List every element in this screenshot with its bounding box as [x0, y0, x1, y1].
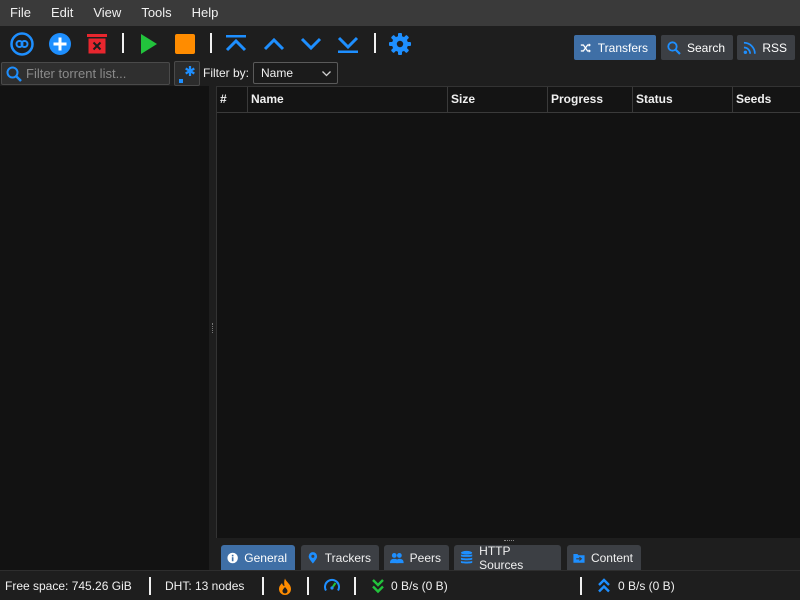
dht-nodes-label: DHT: 13 nodes [165, 579, 245, 593]
column-header-seeds[interactable]: Seeds [733, 87, 800, 113]
add-torrent-link-button[interactable] [9, 31, 35, 57]
filter-by-select[interactable]: Name [253, 62, 338, 84]
column-header-progress[interactable]: Progress [548, 87, 633, 113]
double-chevron-down-icon [372, 579, 384, 594]
shuffle-icon [580, 42, 591, 53]
folder-icon [573, 553, 585, 563]
tab-transfers[interactable]: Transfers [574, 35, 656, 60]
double-chevron-up-icon [598, 578, 610, 593]
stop-icon [175, 34, 195, 54]
filter-search-box [1, 62, 170, 85]
search-icon [6, 66, 22, 82]
tab-general-label: General [244, 550, 287, 565]
tab-trackers[interactable]: Trackers [301, 545, 379, 570]
upload-speed-label: 0 B/s (0 B) [618, 579, 675, 593]
link-icon [10, 32, 34, 56]
free-space-label: Free space: 745.26 GiB [5, 579, 132, 593]
filter-by-value: Name [261, 66, 294, 80]
move-bottom-button[interactable] [335, 31, 361, 57]
move-up-button[interactable] [261, 31, 287, 57]
menu-view[interactable]: View [83, 0, 131, 26]
vertical-splitter[interactable] [209, 86, 216, 570]
map-pin-icon [308, 551, 318, 563]
table-header: # Name Size Progress Status Seeds [217, 87, 800, 113]
regex-toggle-button[interactable] [174, 61, 200, 86]
move-down-button[interactable] [298, 31, 324, 57]
menu-file[interactable]: File [0, 0, 41, 26]
tab-general[interactable]: General [221, 545, 295, 570]
options-button[interactable] [387, 31, 413, 57]
chevron-down-icon [300, 37, 322, 51]
toolbar: Transfers Search RSS [0, 26, 800, 60]
status-separator [262, 577, 264, 595]
users-icon [390, 552, 404, 563]
tab-search-label: Search [686, 40, 725, 55]
filter-torrent-input[interactable] [26, 66, 166, 81]
flame-icon [279, 578, 291, 595]
regex-icon [179, 65, 195, 83]
resume-button[interactable] [135, 31, 161, 57]
tab-peers-label: Peers [409, 550, 441, 565]
menu-bar: File Edit View Tools Help [0, 0, 800, 26]
delete-icon [87, 34, 107, 54]
splitter-grip [212, 323, 213, 333]
tab-http-sources-label: HTTP Sources [479, 543, 524, 572]
menu-edit[interactable]: Edit [41, 0, 83, 26]
move-top-button[interactable] [223, 31, 249, 57]
toolbar-separator [122, 33, 124, 53]
alt-speed-limits-button[interactable] [324, 577, 340, 595]
tab-search[interactable]: Search [661, 35, 733, 60]
info-icon [227, 552, 238, 563]
splitter-grip [504, 540, 514, 541]
pause-button[interactable] [172, 31, 198, 57]
filter-row: Filter by: Name [0, 60, 800, 86]
add-torrent-file-button[interactable] [47, 31, 73, 57]
delete-torrent-button[interactable] [84, 31, 110, 57]
chevron-down-icon [322, 71, 331, 77]
play-icon [141, 34, 157, 54]
toolbar-separator [210, 33, 212, 53]
upload-speed-icon-wrap [596, 577, 612, 595]
torrent-list: # Name Size Progress Status Seeds [216, 86, 800, 538]
speedometer-icon [324, 578, 340, 592]
rss-icon [743, 41, 756, 54]
tab-content-label: Content [590, 550, 633, 565]
tab-rss-label: RSS [762, 40, 787, 55]
tab-content[interactable]: Content [567, 545, 641, 570]
connection-status-button[interactable] [277, 577, 293, 595]
properties-tabs: General Trackers Peers HTTP Sources Cont… [216, 543, 800, 572]
tab-peers[interactable]: Peers [384, 545, 449, 570]
menu-tools[interactable]: Tools [131, 0, 181, 26]
transfer-filters-panel [0, 86, 209, 570]
tab-rss[interactable]: RSS [737, 35, 795, 60]
column-header-size[interactable]: Size [448, 87, 548, 113]
status-separator [354, 577, 356, 595]
status-bar: Free space: 745.26 GiB DHT: 13 nodes 0 B… [0, 570, 800, 600]
status-separator [149, 577, 151, 595]
status-separator [307, 577, 309, 595]
chevron-bottom-icon [337, 36, 359, 53]
toolbar-separator [374, 33, 376, 53]
tab-trackers-label: Trackers [324, 550, 371, 565]
chevron-up-icon [263, 37, 285, 51]
menu-help[interactable]: Help [182, 0, 229, 26]
database-icon [460, 550, 473, 564]
gear-icon [389, 33, 411, 55]
tab-transfers-label: Transfers [597, 40, 648, 55]
download-speed-label: 0 B/s (0 B) [391, 579, 448, 593]
column-header-number[interactable]: # [217, 87, 248, 113]
search-icon [667, 40, 681, 55]
column-header-name[interactable]: Name [248, 87, 448, 113]
plus-circle-icon [49, 33, 71, 55]
download-speed-icon-wrap [370, 577, 386, 595]
chevron-top-icon [225, 35, 247, 52]
filter-by-label: Filter by: [203, 66, 250, 80]
status-separator [580, 577, 582, 595]
column-header-status[interactable]: Status [633, 87, 733, 113]
tab-http-sources[interactable]: HTTP Sources [454, 543, 561, 572]
